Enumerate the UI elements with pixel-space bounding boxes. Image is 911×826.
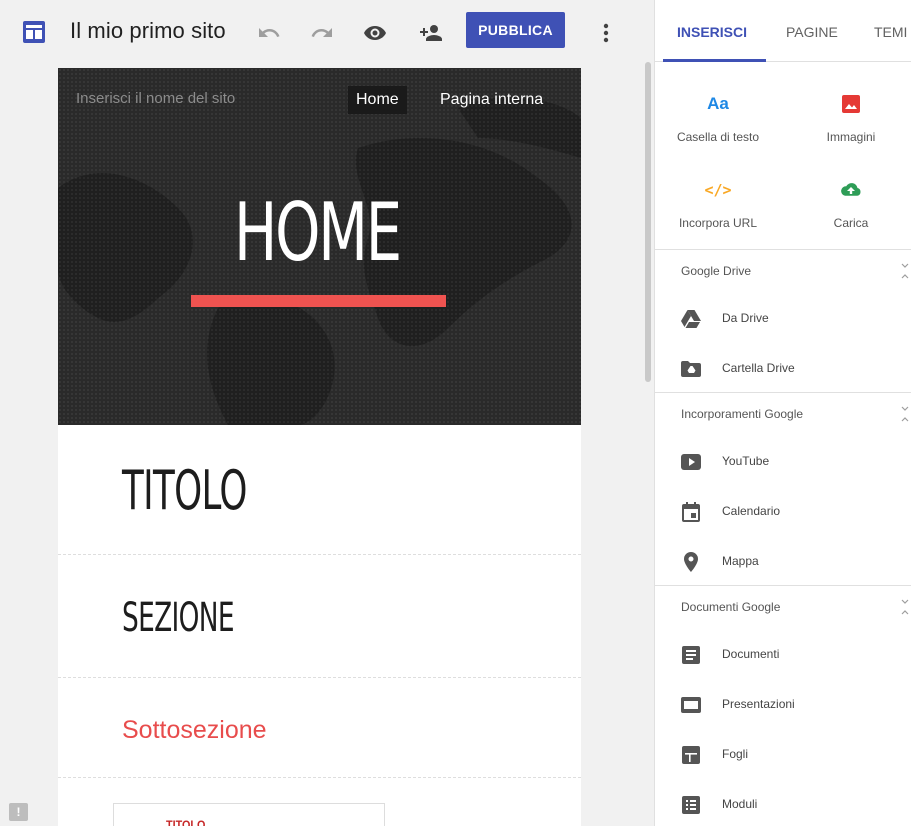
group-title: Google Drive — [681, 264, 752, 278]
item-label: Presentazioni — [722, 697, 795, 711]
item-label: Moduli — [722, 797, 758, 811]
site-title[interactable]: Il mio primo sito — [70, 18, 226, 44]
group-title: Incorporamenti Google — [681, 407, 804, 421]
drive-icon — [681, 309, 701, 329]
layout-card-title: TITOLO — [166, 818, 206, 826]
tab-pages[interactable]: PAGINE — [786, 24, 838, 40]
collapse-chevron-icon[interactable] — [900, 405, 910, 423]
embed-code-icon: </> — [704, 181, 732, 199]
item-label: Calendario — [722, 504, 781, 518]
tile-label: Carica — [833, 216, 869, 230]
forms-icon — [681, 795, 701, 815]
canvas-scrollbar[interactable] — [645, 62, 651, 382]
hero-title[interactable]: HOME — [131, 186, 504, 279]
insert-slides[interactable]: Presentazioni — [655, 685, 911, 725]
title-section[interactable]: TITOLO — [58, 425, 581, 555]
insert-map[interactable]: Mappa — [655, 542, 911, 582]
item-label: Fogli — [722, 747, 749, 761]
subsection-heading[interactable]: Sottosezione — [122, 716, 267, 745]
group-header-google-docs[interactable]: Documenti Google — [655, 585, 911, 629]
more-vert-icon[interactable] — [594, 20, 618, 46]
sites-logo-icon[interactable] — [22, 20, 46, 44]
layout-card[interactable]: TITOLO — [113, 803, 385, 826]
insert-docs[interactable]: Documenti — [655, 635, 911, 675]
group-title: Documenti Google — [681, 600, 781, 614]
collapse-chevron-icon[interactable] — [900, 598, 910, 616]
insert-youtube[interactable]: YouTube — [655, 442, 911, 482]
collapse-chevron-icon[interactable] — [900, 262, 910, 280]
insert-from-drive[interactable]: Da Drive — [655, 299, 911, 339]
item-label: Mappa — [722, 554, 759, 568]
sheets-icon — [681, 745, 701, 765]
page-canvas: Inserisci il nome del sito Home Pagina i… — [58, 68, 581, 826]
insert-sheets[interactable]: Fogli — [655, 735, 911, 775]
insert-images-button[interactable]: Immagini — [796, 90, 906, 170]
upload-cloud-icon — [796, 176, 906, 204]
nav-link-home[interactable]: Home — [348, 86, 407, 114]
insert-text-box-button[interactable]: Aa Casella di testo — [663, 90, 773, 170]
site-name-placeholder[interactable]: Inserisci il nome del sito — [76, 90, 235, 107]
panel-tabs: INSERISCI PAGINE TEMI — [655, 0, 911, 62]
text-box-icon: Aa — [707, 94, 729, 113]
calendar-icon — [681, 502, 701, 522]
youtube-icon — [681, 452, 701, 472]
item-label: YouTube — [722, 454, 770, 468]
add-person-icon[interactable] — [418, 20, 444, 46]
section-block[interactable]: SEZIONE — [58, 555, 581, 678]
hero-accent-bar — [191, 295, 446, 307]
top-toolbar: Il mio primo sito PUBBLICA — [0, 0, 651, 64]
upload-button[interactable]: Carica — [796, 176, 906, 256]
group-header-google-drive[interactable]: Google Drive — [655, 249, 911, 293]
docs-icon — [681, 645, 701, 665]
nav-link-inner-page[interactable]: Pagina interna — [440, 86, 543, 114]
insert-calendar[interactable]: Calendario — [655, 492, 911, 532]
slides-icon — [681, 695, 701, 715]
map-pin-icon — [681, 552, 701, 572]
subsection-block[interactable]: Sottosezione — [58, 678, 581, 778]
insert-drive-folder[interactable]: Cartella Drive — [655, 349, 911, 389]
hero-header[interactable]: Inserisci il nome del sito Home Pagina i… — [58, 68, 581, 425]
publish-button[interactable]: PUBBLICA — [466, 12, 565, 48]
insert-forms[interactable]: Moduli — [655, 785, 911, 825]
group-header-google-embeds[interactable]: Incorporamenti Google — [655, 392, 911, 436]
item-label: Da Drive — [722, 311, 769, 325]
item-label: Documenti — [722, 647, 780, 661]
section-heading[interactable]: SEZIONE — [122, 595, 235, 641]
drive-folder-icon — [681, 359, 701, 379]
embed-url-button[interactable]: </> Incorpora URL — [663, 176, 773, 256]
undo-icon[interactable] — [256, 20, 282, 46]
title-heading[interactable]: TITOLO — [122, 459, 247, 522]
redo-icon[interactable] — [309, 20, 335, 46]
tab-insert[interactable]: INSERISCI — [677, 24, 747, 40]
insert-panel: INSERISCI PAGINE TEMI Aa Casella di test… — [654, 0, 911, 826]
item-label: Cartella Drive — [722, 361, 795, 375]
tile-label: Immagini — [826, 130, 876, 144]
tile-label: Incorpora URL — [678, 216, 758, 230]
preview-eye-icon[interactable] — [362, 20, 388, 46]
tile-label: Casella di testo — [676, 130, 760, 144]
tab-themes[interactable]: TEMI — [874, 24, 907, 40]
image-icon — [796, 90, 906, 118]
active-tab-indicator — [663, 59, 766, 62]
feedback-icon[interactable]: ! — [9, 803, 28, 821]
